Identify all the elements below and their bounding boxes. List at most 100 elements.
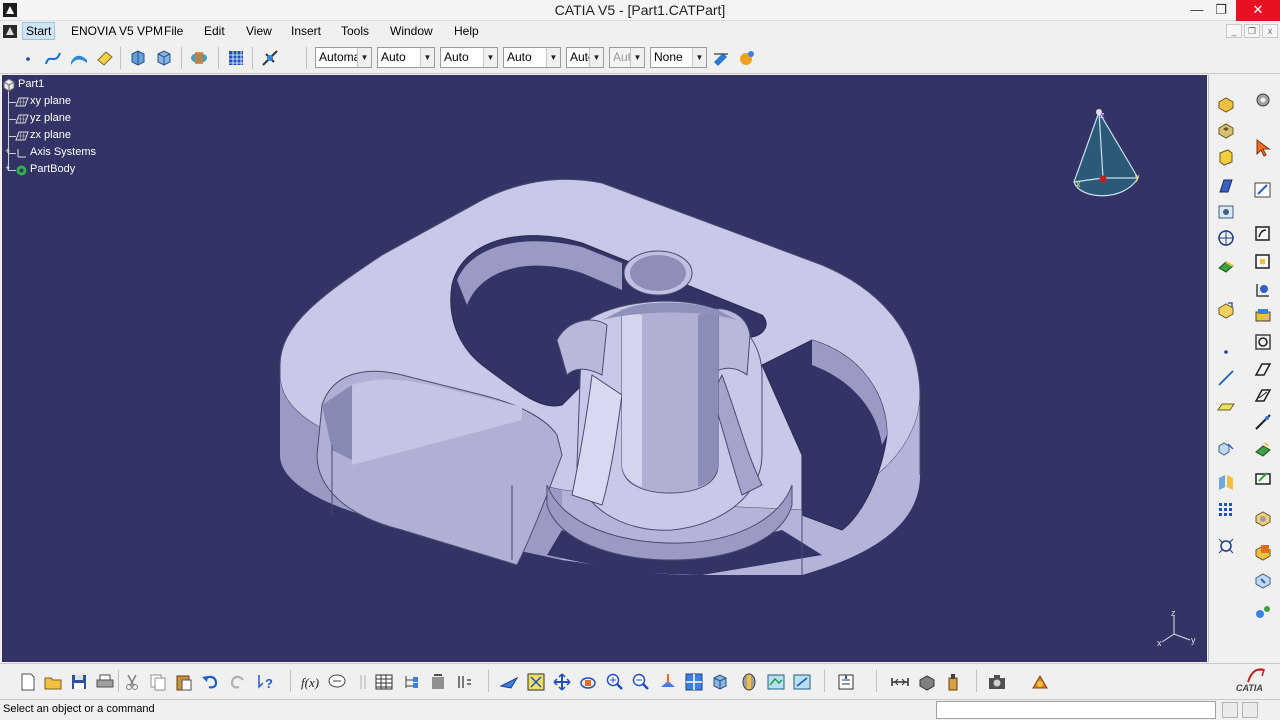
- output-feature-icon[interactable]: [1253, 252, 1273, 272]
- menu-start[interactable]: Start: [22, 22, 56, 40]
- line-sketch-icon[interactable]: [1253, 412, 1273, 432]
- law-icon[interactable]: [353, 672, 373, 692]
- profile-icon[interactable]: [1253, 280, 1273, 300]
- line-thickness-combo[interactable]: Auto ▼: [377, 47, 435, 68]
- command-input[interactable]: [936, 701, 1216, 719]
- expand-icon[interactable]: +: [5, 163, 10, 173]
- chevron-down-icon[interactable]: ▼: [546, 48, 560, 67]
- boolean-icon[interactable]: [1253, 542, 1273, 562]
- scale-icon[interactable]: [1216, 536, 1236, 556]
- menu-enovia[interactable]: ENOVIA V5 VPM: [71, 24, 163, 38]
- shading-icon[interactable]: [739, 672, 759, 692]
- restore-button[interactable]: ❐: [1206, 0, 1236, 21]
- new-document-icon[interactable]: [18, 672, 38, 692]
- multi-view-icon[interactable]: [684, 672, 704, 692]
- point-icon[interactable]: [1216, 342, 1236, 362]
- print-icon[interactable]: [95, 672, 115, 692]
- close-button[interactable]: ✕: [1236, 0, 1280, 21]
- menu-help[interactable]: Help: [454, 24, 479, 38]
- capture-icon[interactable]: [987, 672, 1007, 692]
- menu-file[interactable]: File: [164, 24, 183, 38]
- copy-icon[interactable]: [148, 672, 168, 692]
- save-icon[interactable]: [69, 672, 89, 692]
- tree-icon[interactable]: [401, 672, 421, 692]
- chevron-down-icon[interactable]: ▼: [692, 48, 706, 67]
- positioned-sketch-icon[interactable]: [1253, 224, 1273, 244]
- measure-item-icon[interactable]: [1253, 602, 1273, 622]
- measure-inertia-icon[interactable]: [917, 672, 937, 692]
- rotate-icon[interactable]: [578, 672, 598, 692]
- part-geometry[interactable]: [2, 75, 1207, 662]
- expand-icon[interactable]: +: [5, 146, 10, 156]
- circle-icon[interactable]: [1253, 332, 1273, 352]
- knowledge-icon[interactable]: [327, 672, 347, 692]
- help-icon[interactable]: ?: [256, 672, 276, 692]
- sketch-icon[interactable]: [1253, 180, 1273, 200]
- zoom-out-icon[interactable]: [631, 672, 651, 692]
- assembly-icon[interactable]: [1253, 508, 1273, 528]
- surface-icon[interactable]: [69, 48, 89, 68]
- redo-icon[interactable]: [228, 672, 248, 692]
- undo-icon[interactable]: [200, 672, 220, 692]
- point-symbol-combo[interactable]: Auto ▼: [503, 47, 561, 68]
- render-style-icon[interactable]: [189, 48, 209, 68]
- front-view-icon[interactable]: [128, 48, 148, 68]
- iso-view-icon[interactable]: [710, 672, 730, 692]
- document-icon[interactable]: [2, 24, 18, 39]
- layer-filter-combo[interactable]: None ▼: [650, 47, 707, 68]
- compass-widget[interactable]: z x y: [1062, 102, 1146, 206]
- table-icon[interactable]: [374, 672, 394, 692]
- mirror-icon[interactable]: [1216, 472, 1236, 492]
- point-icon[interactable]: [18, 48, 38, 68]
- iso-view-icon[interactable]: [154, 48, 174, 68]
- pan-icon[interactable]: [552, 672, 572, 692]
- fit-all-icon[interactable]: [526, 672, 546, 692]
- line-type-combo[interactable]: Auto ▼: [440, 47, 498, 68]
- menu-window[interactable]: Window: [390, 24, 433, 38]
- chevron-down-icon[interactable]: ▼: [357, 48, 371, 67]
- constraint-icon[interactable]: [1253, 468, 1273, 488]
- doc-minimize-button[interactable]: _: [1226, 24, 1242, 38]
- catalog-icon[interactable]: [428, 672, 448, 692]
- zoom-in-icon[interactable]: [605, 672, 625, 692]
- chevron-down-icon[interactable]: ▼: [420, 48, 434, 67]
- stiffener-icon[interactable]: [1216, 300, 1236, 320]
- line-icon[interactable]: [1216, 368, 1236, 388]
- doc-close-button[interactable]: x: [1262, 24, 1278, 38]
- hole-icon[interactable]: [1216, 202, 1236, 222]
- remove-icon[interactable]: [1253, 570, 1273, 590]
- update-icon[interactable]: [836, 672, 856, 692]
- normal-view-icon[interactable]: [658, 672, 678, 692]
- eraser-icon[interactable]: [95, 48, 115, 68]
- open-folder-icon[interactable]: [43, 672, 63, 692]
- shaft-icon[interactable]: [1216, 147, 1236, 167]
- groove-icon[interactable]: [1216, 176, 1236, 196]
- axis-icon[interactable]: [1253, 440, 1273, 460]
- fly-mode-icon[interactable]: [499, 672, 519, 692]
- workbench-icon[interactable]: [1030, 672, 1050, 692]
- pattern-icon[interactable]: [1216, 500, 1236, 520]
- sort-icon[interactable]: [454, 672, 474, 692]
- line-color-combo[interactable]: Automatic ▼: [315, 47, 372, 68]
- spline-icon[interactable]: [1253, 360, 1273, 380]
- swap-visible-icon[interactable]: [792, 672, 812, 692]
- conic-icon[interactable]: [1253, 386, 1273, 406]
- measure-icon[interactable]: [260, 48, 280, 68]
- formula-icon[interactable]: f(x): [300, 672, 320, 692]
- chevron-down-icon[interactable]: ▼: [483, 48, 497, 67]
- plane-icon[interactable]: [1216, 396, 1236, 416]
- command-option-button[interactable]: [1222, 702, 1238, 718]
- target-icon[interactable]: [1216, 228, 1236, 248]
- apply-material-icon[interactable]: [943, 672, 963, 692]
- menu-edit[interactable]: Edit: [204, 24, 225, 38]
- pointer-icon[interactable]: [1253, 138, 1273, 158]
- paste-icon[interactable]: [174, 672, 194, 692]
- translate-icon[interactable]: [1216, 438, 1236, 458]
- measure-between-icon[interactable]: [890, 672, 910, 692]
- render-combo[interactable]: Auto ▼: [566, 47, 604, 68]
- 3d-viewport[interactable]: [2, 75, 1207, 662]
- menu-view[interactable]: View: [246, 24, 272, 38]
- chevron-down-icon[interactable]: ▼: [589, 48, 603, 67]
- menu-tools[interactable]: Tools: [341, 24, 369, 38]
- pad-icon[interactable]: [1216, 94, 1236, 114]
